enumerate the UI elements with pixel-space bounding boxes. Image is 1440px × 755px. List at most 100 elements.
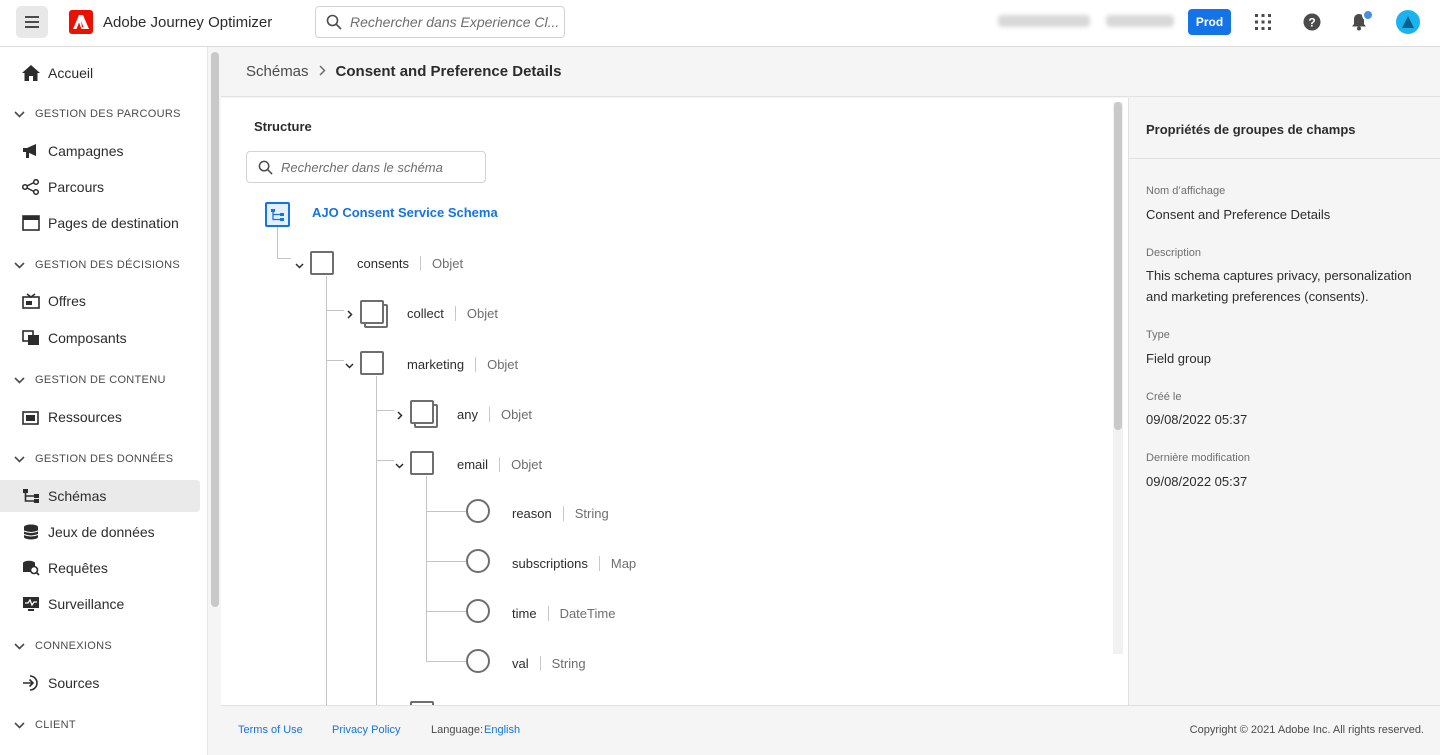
sidebar-item-surveillance[interactable]: Surveillance: [0, 588, 200, 620]
field-reason[interactable]: reason String: [512, 503, 609, 523]
adobe-logo-icon[interactable]: [69, 10, 93, 34]
section-gestion-donnees[interactable]: GESTION DES DONNÉES: [14, 453, 173, 465]
field-val[interactable]: val String: [512, 653, 586, 673]
dataset-icon: [21, 522, 41, 542]
global-search-input[interactable]: Rechercher dans Experience Cl...: [315, 6, 565, 38]
field-name: subscriptions: [512, 555, 588, 571]
field-type: Objet: [420, 255, 463, 271]
svg-text:?: ?: [1308, 16, 1315, 30]
field-collect[interactable]: collect Objet: [407, 303, 498, 323]
field-time[interactable]: time DateTime: [512, 603, 615, 623]
env-prod-button[interactable]: Prod: [1188, 9, 1231, 35]
field-type: String: [562, 505, 609, 521]
object-array-node-icon[interactable]: [410, 400, 438, 428]
chevron-down-icon[interactable]: [293, 260, 305, 272]
sources-icon: [21, 673, 41, 693]
display-name-value: Consent and Preference Details: [1146, 207, 1331, 222]
modified-label: Dernière modification: [1146, 452, 1250, 464]
field-type: Objet: [488, 406, 532, 422]
components-icon: [21, 328, 41, 348]
section-label: CONNEXIONS: [35, 640, 112, 652]
section-label: GESTION DES PARCOURS: [35, 108, 181, 120]
breadcrumb: Schémas Consent and Preference Details: [221, 47, 1440, 97]
language-link[interactable]: English: [484, 724, 520, 736]
field-type: Objet: [499, 456, 542, 472]
object-node-icon[interactable]: [310, 251, 334, 275]
apps-grid-icon[interactable]: [1252, 11, 1274, 33]
sidebar-item-label: Parcours: [48, 179, 105, 195]
field-consents[interactable]: consents Objet: [357, 253, 463, 273]
object-node-icon[interactable]: [360, 351, 384, 375]
sidebar-scrollbar[interactable]: [207, 47, 221, 755]
canvas-scrollbar[interactable]: [1113, 102, 1123, 654]
field-node-icon[interactable]: [466, 599, 490, 623]
field-any[interactable]: any Objet: [457, 404, 532, 424]
section-connexions[interactable]: CONNEXIONS: [14, 640, 112, 652]
chevron-down-icon: [14, 376, 25, 384]
sidebar-item-ressources[interactable]: Ressources: [0, 401, 200, 433]
field-subscriptions[interactable]: subscriptions Map: [512, 553, 636, 573]
hamburger-menu-button[interactable]: [16, 6, 48, 38]
section-gestion-contenu[interactable]: GESTION DE CONTENU: [14, 374, 166, 386]
field-name: val: [512, 655, 529, 671]
sidebar-item-schemas[interactable]: Schémas: [0, 480, 200, 512]
sidebar-item-requetes[interactable]: Requêtes: [0, 552, 200, 584]
breadcrumb-schemas-link[interactable]: Schémas: [246, 63, 309, 80]
sidebar-item-label: Ressources: [48, 409, 122, 425]
field-name: any: [457, 406, 478, 422]
sidebar-item-label: Campagnes: [48, 143, 124, 159]
divider: [1129, 158, 1440, 159]
field-marketing[interactable]: marketing Objet: [407, 354, 518, 374]
section-client[interactable]: CLIENT: [14, 719, 76, 731]
sidebar-item-sources[interactable]: Sources: [0, 667, 200, 699]
canvas-scrollbar-thumb[interactable]: [1114, 102, 1122, 430]
modified-value: 09/08/2022 05:37: [1146, 474, 1248, 489]
tree-connector: [326, 276, 327, 705]
chevron-down-icon[interactable]: [343, 360, 355, 372]
schema-root-label[interactable]: AJO Consent Service Schema: [312, 205, 498, 220]
section-label: CLIENT: [35, 719, 76, 731]
search-icon: [326, 14, 342, 30]
org-name-redacted[interactable]: [998, 15, 1090, 27]
section-gestion-parcours[interactable]: GESTION DES PARCOURS: [14, 108, 181, 120]
field-name: consents: [357, 255, 410, 271]
sidebar-item-jeux-de-donnees[interactable]: Jeux de données: [0, 516, 200, 548]
section-gestion-decisions[interactable]: GESTION DES DÉCISIONS: [14, 259, 180, 271]
field-node-icon[interactable]: [466, 649, 490, 673]
chevron-down-icon: [14, 261, 25, 269]
chevron-right-icon[interactable]: [394, 409, 406, 421]
sidebar-item-campagnes[interactable]: Campagnes: [0, 135, 200, 167]
schema-search-input[interactable]: Rechercher dans le schéma: [246, 151, 486, 183]
chevron-down-icon[interactable]: [393, 460, 405, 472]
type-label: Type: [1146, 329, 1170, 341]
sidebar-scrollbar-thumb[interactable]: [211, 52, 219, 607]
object-node-icon[interactable]: [410, 451, 434, 475]
field-email[interactable]: email Objet: [457, 454, 542, 474]
sidebar-item-composants[interactable]: Composants: [0, 322, 200, 354]
sidebar-item-offres[interactable]: Offres: [0, 285, 200, 317]
sidebar-item-accueil[interactable]: Accueil: [0, 57, 200, 89]
privacy-policy-link[interactable]: Privacy Policy: [332, 724, 400, 736]
tree-connector: [326, 310, 344, 311]
sidebar-item-pages[interactable]: Pages de destination: [0, 207, 200, 239]
schema-root-icon[interactable]: [265, 202, 290, 227]
field-type: Map: [598, 555, 636, 571]
type-value: Field group: [1146, 351, 1212, 366]
sandbox-name-redacted[interactable]: [1106, 15, 1174, 27]
sidebar-nav: Accueil GESTION DES PARCOURS Campagnes P…: [0, 47, 207, 755]
description-label: Description: [1146, 247, 1202, 259]
sidebar-item-parcours[interactable]: Parcours: [0, 171, 200, 203]
object-array-node-icon[interactable]: [360, 300, 388, 328]
terms-of-use-link[interactable]: Terms of Use: [238, 724, 303, 736]
user-avatar[interactable]: [1396, 10, 1420, 34]
field-node-icon[interactable]: [466, 499, 490, 523]
app-title[interactable]: Adobe Journey Optimizer: [103, 14, 272, 31]
section-label: GESTION DES DONNÉES: [35, 453, 174, 465]
field-node-icon[interactable]: [466, 549, 490, 573]
field-type: String: [539, 655, 586, 671]
tree-connector: [376, 460, 394, 461]
help-icon[interactable]: ?: [1301, 11, 1323, 33]
chevron-down-icon: [14, 642, 25, 650]
chevron-down-icon: [14, 721, 25, 729]
chevron-right-icon[interactable]: [344, 308, 356, 320]
